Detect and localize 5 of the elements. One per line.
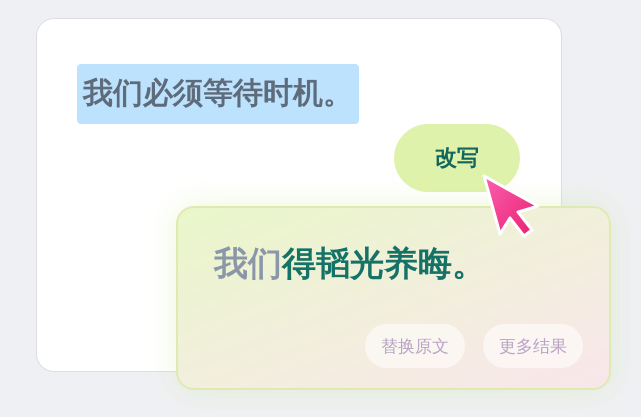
source-text: 我们必须等待时机。 (77, 64, 359, 124)
cursor-icon (482, 174, 540, 238)
rewritten-text: 我们得韬光养晦。 (214, 243, 487, 286)
action-button[interactable]: 替换原文 (365, 324, 465, 368)
action-button[interactable]: 更多结果 (483, 324, 583, 368)
